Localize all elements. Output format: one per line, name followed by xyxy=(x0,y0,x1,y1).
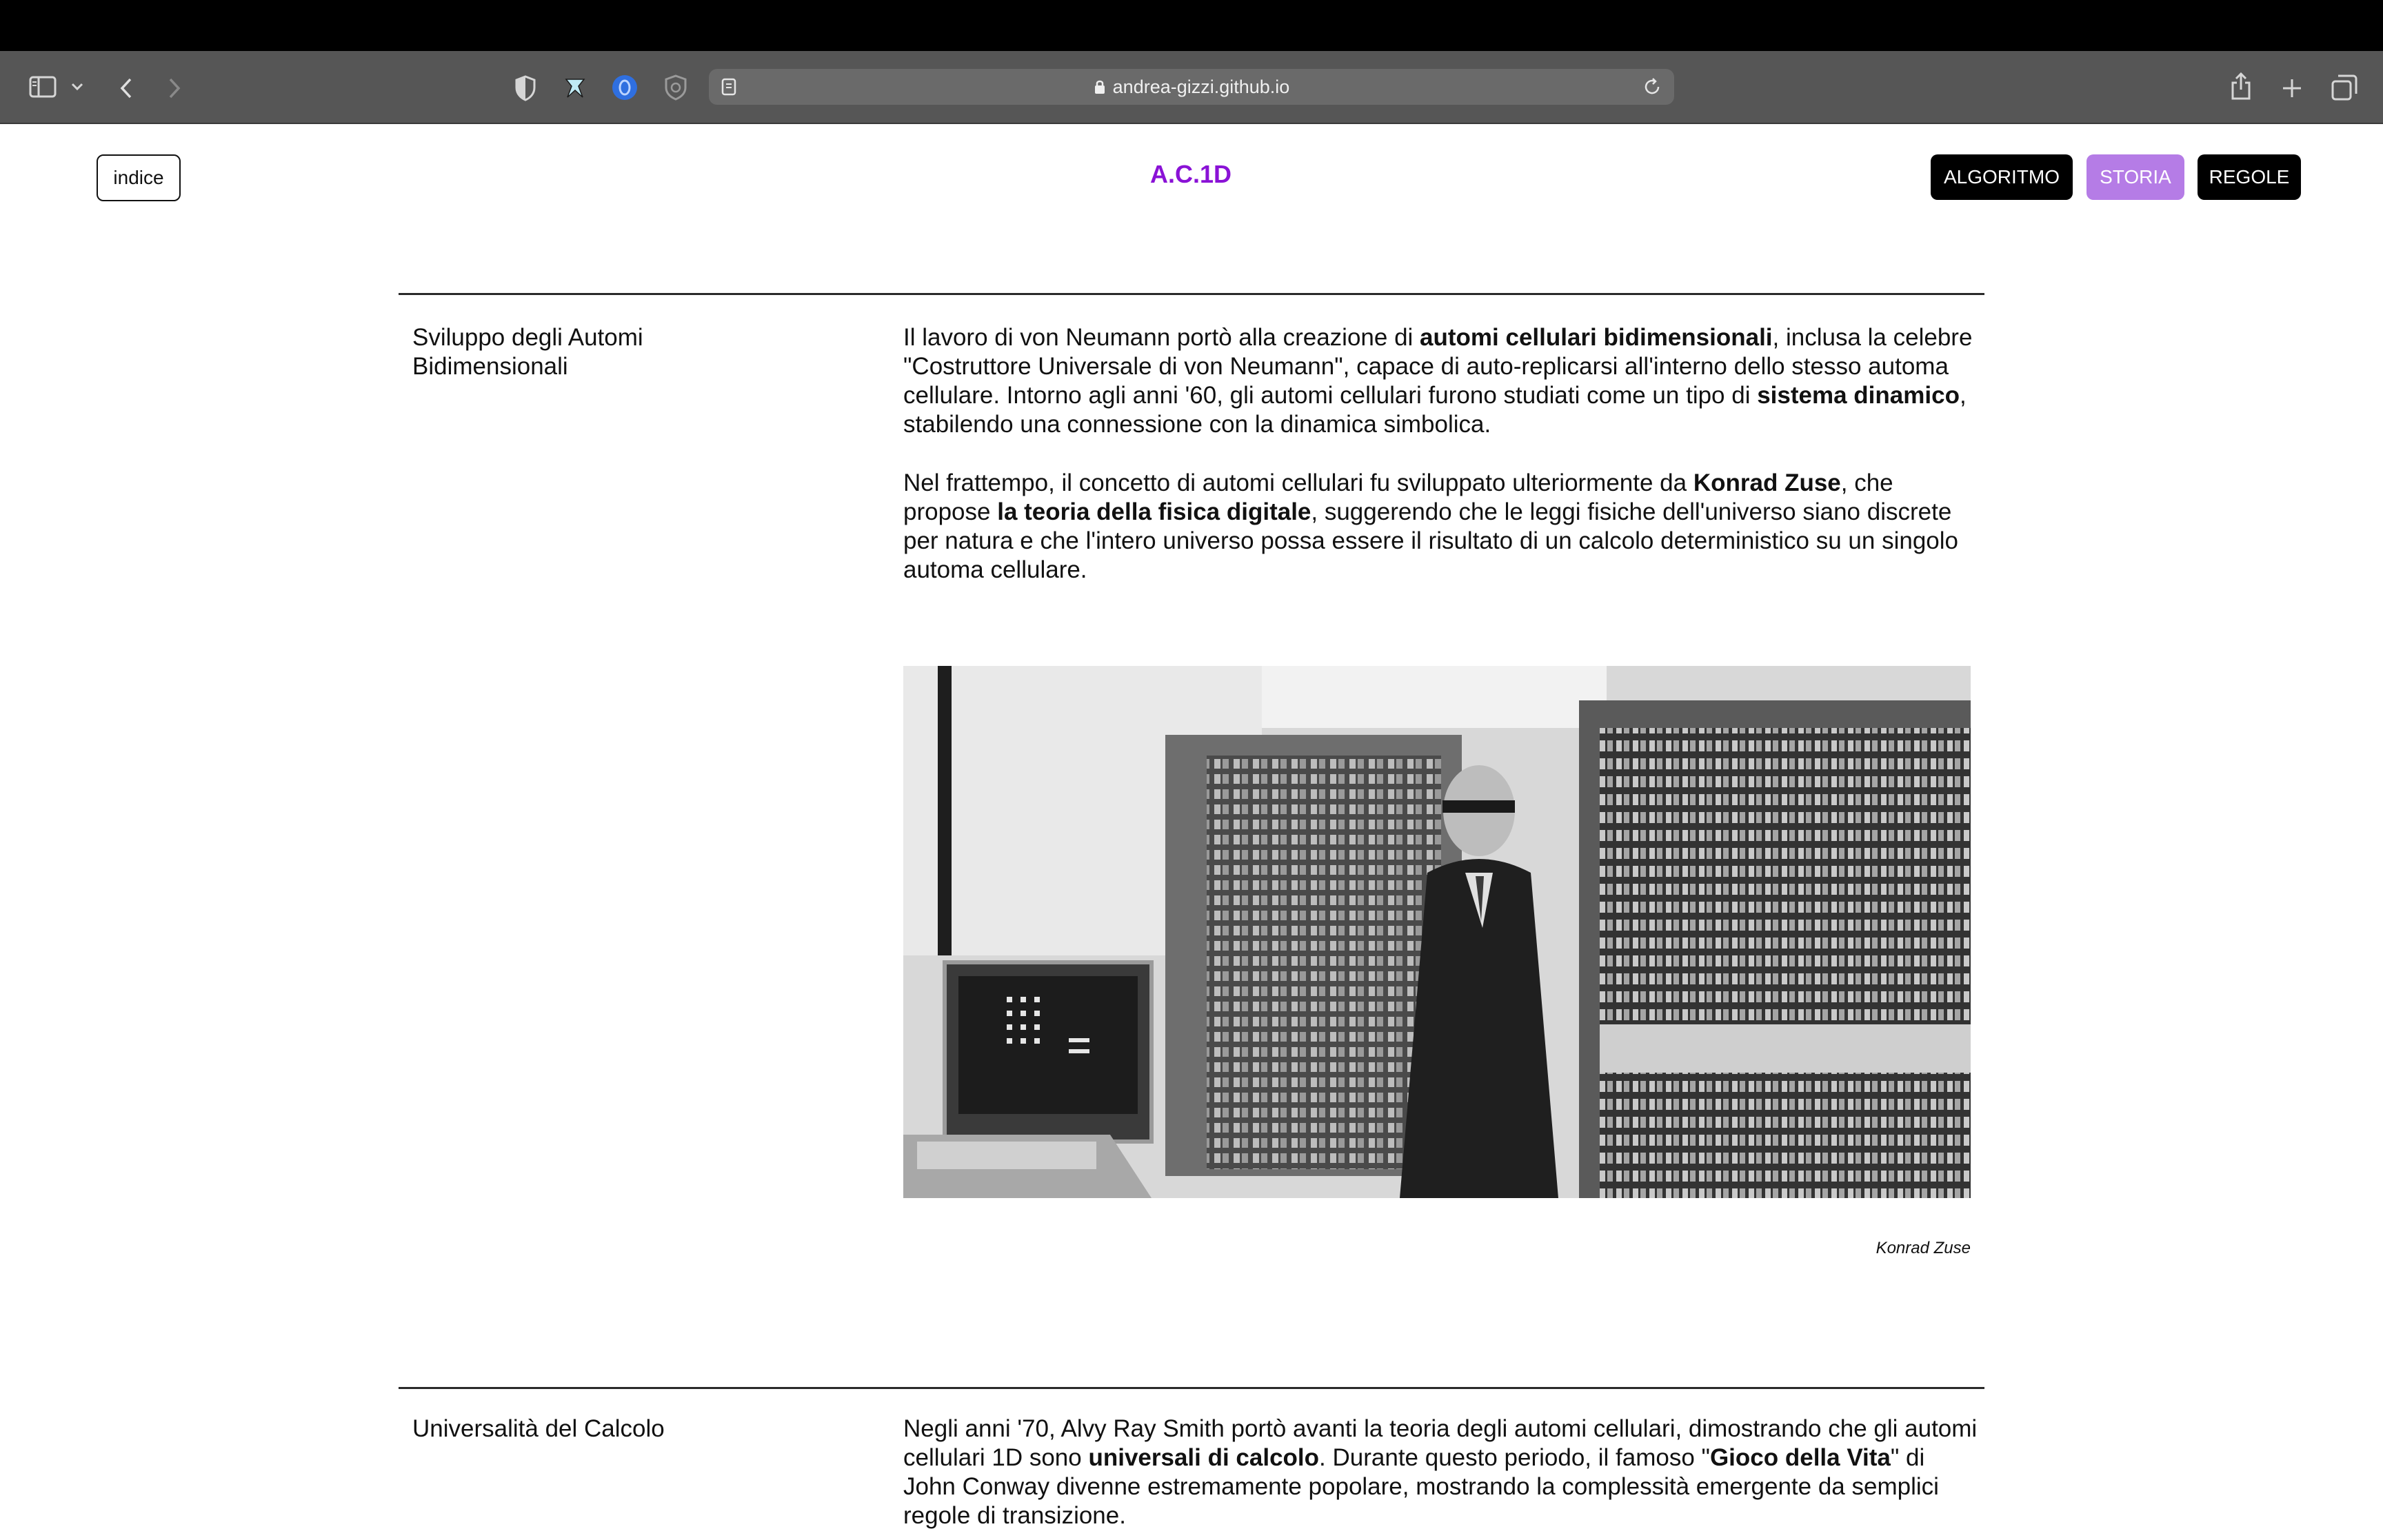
extension-icon[interactable] xyxy=(560,72,590,103)
text-run: Nel frattempo, il concetto di automi cel… xyxy=(903,469,1693,496)
nav-storia-button[interactable]: STORIA xyxy=(2087,154,2184,200)
bold-text-run: Konrad Zuse xyxy=(1693,469,1841,496)
section-paragraph: Nel frattempo, il concetto di automi cel… xyxy=(903,469,1979,585)
sidebar-icon[interactable] xyxy=(28,72,58,102)
extension-blue-icon[interactable] xyxy=(610,72,640,103)
text-run: Il lavoro di von Neumann portò alla crea… xyxy=(903,324,1420,351)
text-run: . Durante questo periodo, il famoso " xyxy=(1319,1444,1710,1471)
web-page: indice A.C.1D ALGORITMO STORIA REGOLE Sv… xyxy=(0,124,2383,1540)
share-icon[interactable] xyxy=(2226,69,2256,103)
privacy-shield-icon[interactable] xyxy=(661,72,691,103)
forward-icon[interactable] xyxy=(164,74,185,102)
section-paragraph: Il lavoro di von Neumann portò alla crea… xyxy=(903,323,1979,439)
section-paragraph: Negli anni '70, Alvy Ray Smith portò ava… xyxy=(903,1415,1979,1530)
back-icon[interactable] xyxy=(116,74,137,102)
window-top-bar xyxy=(0,0,2383,51)
section-title: Universalità del Calcolo xyxy=(412,1415,665,1442)
nav-regole-button[interactable]: REGOLE xyxy=(2198,154,2301,200)
nav-algoritmo-button[interactable]: ALGORITMO xyxy=(1931,154,2073,200)
shield-icon[interactable] xyxy=(512,73,539,103)
url-text: andrea-gizzi.github.io xyxy=(1112,76,1290,97)
site-title[interactable]: A.C.1D xyxy=(1083,160,1299,189)
bold-text-run: sistema dinamico xyxy=(1757,382,1960,409)
bold-text-run: universali di calcolo xyxy=(1088,1444,1320,1471)
chevron-down-icon[interactable] xyxy=(69,79,86,95)
address-bar[interactable]: andrea-gizzi.github.io xyxy=(709,69,1674,105)
lock-icon xyxy=(1094,79,1106,95)
reload-icon[interactable] xyxy=(1642,77,1662,101)
index-button[interactable]: indice xyxy=(97,154,181,201)
section-divider xyxy=(399,293,1984,295)
konrad-zuse-photo xyxy=(903,666,1971,1198)
image-caption: Konrad Zuse xyxy=(1876,1239,1971,1257)
bold-text-run: Gioco della Vita xyxy=(1709,1444,1891,1471)
new-tab-icon[interactable] xyxy=(2277,73,2307,103)
section-title: Sviluppo degli Automi Bidimensionali xyxy=(412,324,643,380)
reader-icon[interactable] xyxy=(721,78,736,101)
bold-text-run: automi cellulari bidimensionali xyxy=(1420,324,1773,351)
bold-text-run: la teoria della fisica digitale xyxy=(997,498,1311,525)
tabs-overview-icon[interactable] xyxy=(2329,72,2360,103)
section-divider xyxy=(399,1387,1984,1389)
browser-toolbar: andrea-gizzi.github.io xyxy=(0,51,2383,124)
